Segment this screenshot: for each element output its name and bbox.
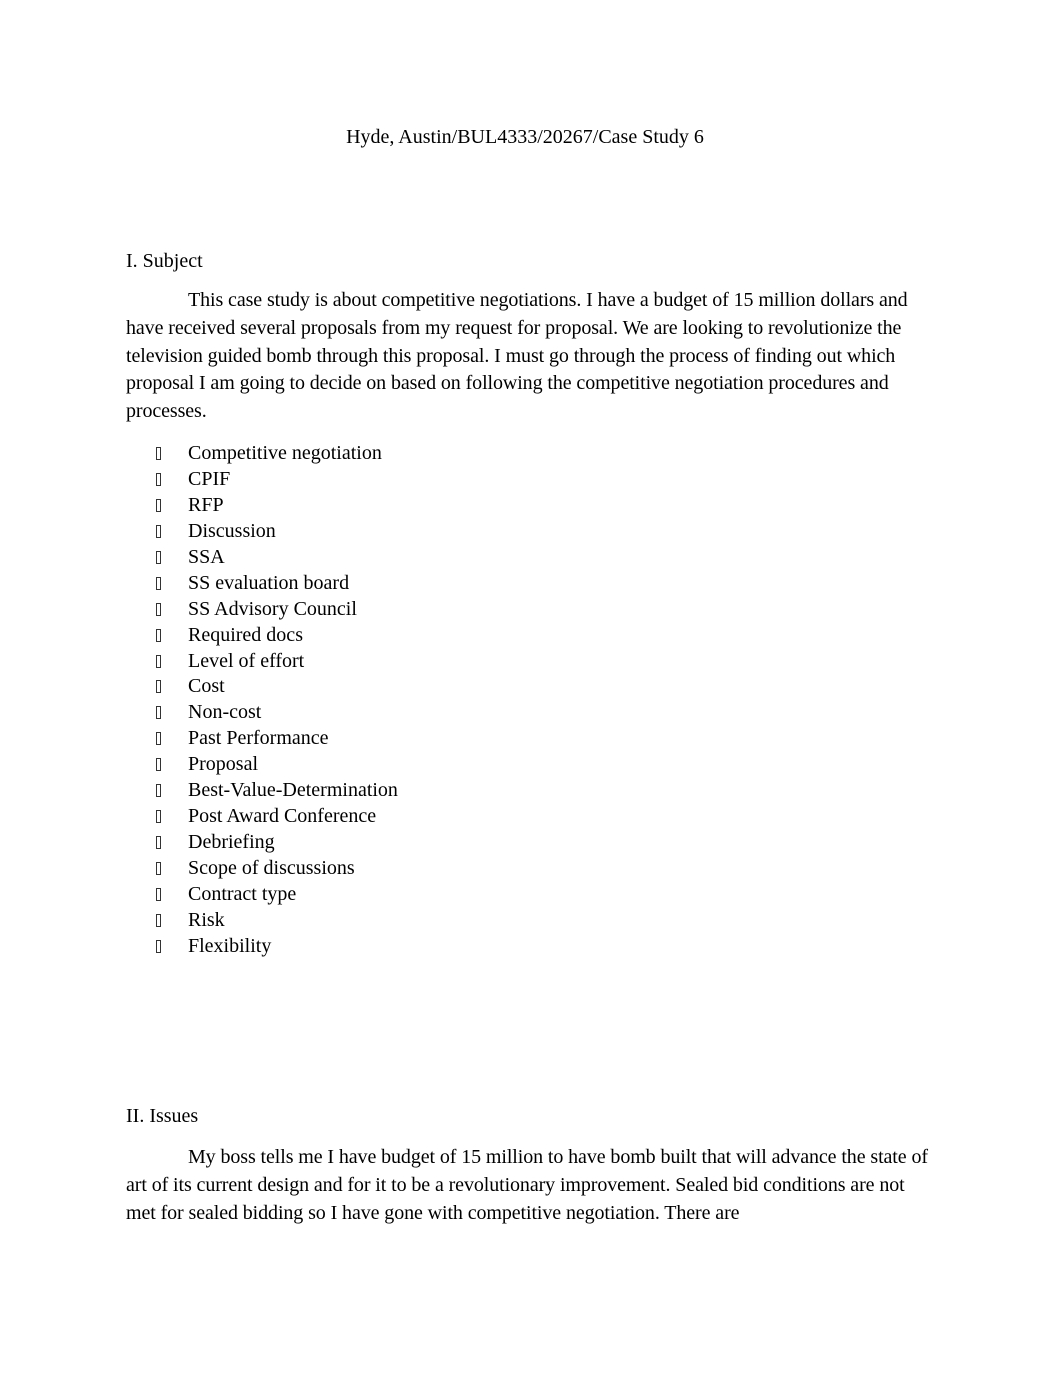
- bullet-icon: [156, 939, 161, 953]
- bullet-icon: [156, 654, 161, 668]
- bullet-text: RFP: [188, 493, 224, 516]
- bullet-text: Cost: [188, 675, 225, 698]
- bullet-icon: [156, 887, 161, 901]
- bullet-text: SS evaluation board: [188, 571, 350, 594]
- bullet-text: Flexibility: [188, 934, 272, 957]
- bullet-text: Non-cost: [188, 701, 262, 724]
- subject-paragraph: This case study is about competitive neg…: [126, 289, 908, 423]
- bullet-icon: [156, 602, 161, 616]
- bullet-icon: [156, 628, 161, 642]
- bullet-text: Required docs: [188, 623, 303, 646]
- bullet-text: Contract type: [188, 882, 297, 905]
- bullet-icon: [156, 862, 161, 875]
- bullet-icon: [156, 472, 161, 486]
- bullet-text: Past Performance: [188, 727, 329, 750]
- document-page: Hyde, Austin/BUL4333/20267/Case Study 6 …: [0, 0, 1062, 1377]
- bullet-icon: [156, 550, 161, 564]
- bullet-text: Proposal: [188, 753, 258, 776]
- bullet-text: Competitive negotiation: [188, 442, 382, 464]
- bullet-icon: [156, 758, 161, 772]
- bullet-icon: [156, 706, 161, 720]
- bullet-text: SS Advisory Council: [188, 597, 357, 620]
- section-heading-subject: I. Subject: [126, 250, 203, 272]
- bullet-text: Post Award Conference: [188, 805, 377, 828]
- bullet-icon: [156, 732, 161, 746]
- bullet-icon: [156, 498, 161, 512]
- bullet-text: CPIF: [188, 467, 231, 490]
- bullet-text: SSA: [188, 545, 225, 568]
- bullet-icon: [156, 680, 161, 694]
- bullet-text: Best-Value-Determination: [188, 779, 398, 802]
- section-heading-issues: II. Issues: [126, 1105, 199, 1127]
- bullet-text: Scope of discussions: [188, 857, 355, 879]
- bullet-text: Risk: [188, 908, 225, 931]
- page-header: Hyde, Austin/BUL4333/20267/Case Study 6: [346, 126, 704, 148]
- bullet-text: Discussion: [188, 519, 276, 542]
- bullet-icon: [156, 784, 161, 798]
- bullet-icon: [156, 524, 161, 538]
- bullet-icon: [156, 836, 161, 850]
- bullet-icon: [156, 447, 161, 460]
- bullet-icon: [156, 810, 161, 824]
- issues-paragraph: My boss tells me I have budget of 15 mil…: [126, 1146, 928, 1224]
- bullet-text: Debriefing: [188, 831, 275, 854]
- bullet-icon: [156, 913, 161, 927]
- bullet-text: Level of effort: [188, 649, 305, 672]
- bullet-icon: [156, 576, 161, 590]
